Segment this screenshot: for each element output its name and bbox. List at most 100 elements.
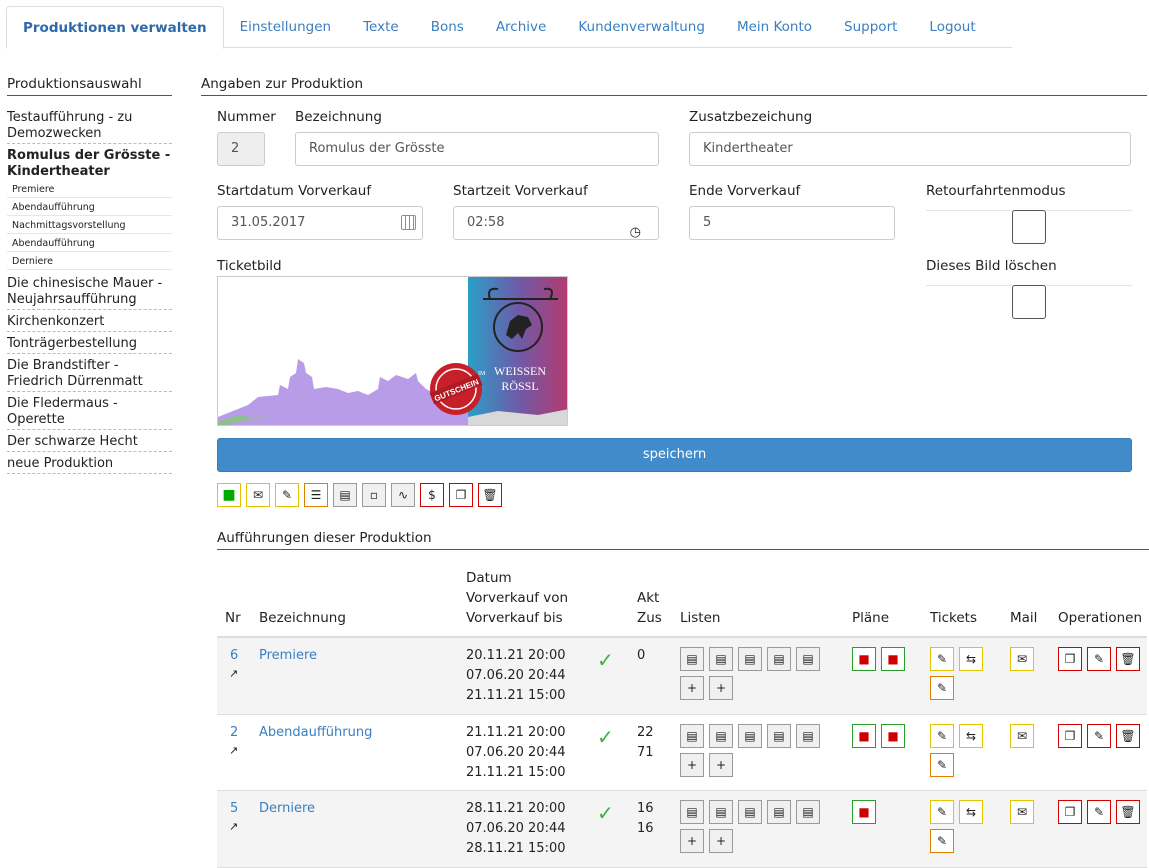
tab-produktionen-verwalten[interactable]: Produktionen verwalten <box>6 6 224 49</box>
list-plus-icon[interactable]: + <box>680 753 704 777</box>
document-list-icon[interactable]: ▤ <box>333 483 357 507</box>
list-abc-icon[interactable]: ▤ <box>738 800 762 824</box>
sidebar-subitem-premiere[interactable]: Premiere <box>7 183 172 198</box>
sidebar-item-brandstifter[interactable]: Die Brandstifter - Friedrich Dürrenmatt <box>7 358 172 392</box>
performances-title: Aufführungen dieser Produktion <box>217 530 1149 550</box>
trash-icon[interactable]: 🗑 <box>1116 724 1140 748</box>
row-nr[interactable]: 2 <box>230 723 238 743</box>
sidebar-item-kirchenkonzert[interactable]: Kirchenkonzert <box>7 314 172 332</box>
tab-einstellungen[interactable]: Einstellungen <box>224 6 348 48</box>
save-button[interactable]: speichern <box>217 438 1132 472</box>
edit-brush-icon[interactable]: ✎ <box>1087 647 1111 671</box>
tab-kundenverwaltung[interactable]: Kundenverwaltung <box>562 6 721 48</box>
list-plus-red-icon[interactable]: + <box>709 753 733 777</box>
list-abc-red-icon[interactable]: ▤ <box>767 724 791 748</box>
trash-icon[interactable]: 🗑 <box>478 483 502 507</box>
list-abc-barcode-icon[interactable]: ▤ <box>796 800 820 824</box>
mail-icon[interactable]: ✉ <box>1010 647 1034 671</box>
row-name-link[interactable]: Premiere <box>259 646 317 666</box>
sidebar-item-fledermaus[interactable]: Die Fledermaus - Operette <box>7 396 172 430</box>
swap-arrows-icon[interactable]: ⇆ <box>959 800 983 824</box>
bar-chart-icon[interactable]: ▫ <box>362 483 386 507</box>
seating-plan-icon[interactable]: ■ <box>852 800 876 824</box>
row-name-link[interactable]: Abendaufführung <box>259 723 372 743</box>
sidebar-subitem-nachmittagsvorstellung[interactable]: Nachmittagsvorstellung <box>7 219 172 234</box>
list-123-red-icon[interactable]: ▤ <box>709 647 733 671</box>
seating-plan-icon[interactable]: ■ <box>852 647 876 671</box>
row-nr[interactable]: 6 <box>230 646 238 666</box>
retour-checkbox[interactable] <box>1012 210 1046 244</box>
calendar-icon[interactable] <box>401 215 416 230</box>
list-123-icon[interactable]: ▤ <box>680 647 704 671</box>
list-abc-icon[interactable]: ▤ <box>738 647 762 671</box>
sidebar-subitem-abendauffuehrung[interactable]: Abendaufführung <box>7 201 172 216</box>
tab-logout[interactable]: Logout <box>913 6 991 48</box>
row-name-link[interactable]: Derniere <box>259 799 315 819</box>
list-abc-red-icon[interactable]: ▤ <box>767 647 791 671</box>
sidebar-item-tontraegerbestellung[interactable]: Tonträgerbestellung <box>7 336 172 354</box>
select-cursor-icon[interactable]: ■ <box>217 483 241 507</box>
startdatum-input[interactable]: 31.05.2017 <box>217 206 423 240</box>
tab-bons[interactable]: Bons <box>415 6 480 48</box>
trash-icon[interactable]: 🗑 <box>1116 647 1140 671</box>
copy-icon[interactable]: ❐ <box>1058 800 1082 824</box>
list-123-red-icon[interactable]: ▤ <box>709 800 733 824</box>
list-abc-red-icon[interactable]: ▤ <box>767 800 791 824</box>
list-grid-icon[interactable]: ☰ <box>304 483 328 507</box>
dollar-document-icon[interactable]: $ <box>420 483 444 507</box>
sidebar-item-schwarze-hecht[interactable]: Der schwarze Hecht <box>7 434 172 452</box>
copy-icon[interactable]: ❐ <box>1058 724 1082 748</box>
swap-arrows-icon[interactable]: ⇆ <box>959 647 983 671</box>
bild-loeschen-checkbox[interactable] <box>1012 285 1046 319</box>
tab-texte[interactable]: Texte <box>347 6 415 48</box>
tickets-abc-icon[interactable]: ✎ <box>930 800 954 824</box>
mail-icon[interactable]: ✉ <box>246 483 270 507</box>
list-123-red-icon[interactable]: ▤ <box>709 724 733 748</box>
ticket-print-icon[interactable]: ✎ <box>930 676 954 700</box>
external-link-icon[interactable]: ↗ <box>229 817 238 837</box>
zusatz-input[interactable]: Kindertheater <box>689 132 1131 166</box>
sidebar-subitem-abendauffuehrung-2[interactable]: Abendaufführung <box>7 237 172 252</box>
copy-icon[interactable]: ❐ <box>449 483 473 507</box>
list-plus-icon[interactable]: + <box>680 676 704 700</box>
tickets-abc-icon[interactable]: ✎ <box>930 647 954 671</box>
ende-input[interactable]: 5 <box>689 206 895 240</box>
seating-plan-edit-icon[interactable]: ■ <box>881 724 905 748</box>
edit-brush-icon[interactable]: ✎ <box>1087 724 1111 748</box>
mail-icon[interactable]: ✉ <box>1010 800 1034 824</box>
sidebar-item-testauffuehrung[interactable]: Testaufführung - zu Demozwecken <box>7 110 172 144</box>
list-123-icon[interactable]: ▤ <box>680 724 704 748</box>
list-plus-icon[interactable]: + <box>680 829 704 853</box>
tickets-abc-icon[interactable]: ✎ <box>930 724 954 748</box>
list-plus-red-icon[interactable]: + <box>709 676 733 700</box>
startzeit-input[interactable]: 02:58 ◷ <box>453 206 659 240</box>
list-abc-barcode-icon[interactable]: ▤ <box>796 724 820 748</box>
sidebar-item-neue-produktion[interactable]: neue Produktion <box>7 456 172 474</box>
copy-icon[interactable]: ❐ <box>1058 647 1082 671</box>
list-123-icon[interactable]: ▤ <box>680 800 704 824</box>
clock-icon[interactable]: ◷ <box>630 217 641 249</box>
tickets-abc-icon[interactable]: ✎ <box>275 483 299 507</box>
seating-plan-icon[interactable]: ■ <box>852 724 876 748</box>
list-abc-icon[interactable]: ▤ <box>738 724 762 748</box>
list-plus-red-icon[interactable]: + <box>709 829 733 853</box>
tab-support[interactable]: Support <box>828 6 913 48</box>
trash-icon[interactable]: 🗑 <box>1116 800 1140 824</box>
ticket-print-icon[interactable]: ✎ <box>930 829 954 853</box>
swap-arrows-icon[interactable]: ⇆ <box>959 724 983 748</box>
row-nr[interactable]: 5 <box>230 799 238 819</box>
sidebar-item-chinesische-mauer[interactable]: Die chinesische Mauer - Neujahrsaufführu… <box>7 276 172 310</box>
bezeichnung-input[interactable]: Romulus der Grösste <box>295 132 659 166</box>
mail-icon[interactable]: ✉ <box>1010 724 1034 748</box>
seating-plan-edit-icon[interactable]: ■ <box>881 647 905 671</box>
tab-mein-konto[interactable]: Mein Konto <box>721 6 828 48</box>
tab-archive[interactable]: Archive <box>480 6 563 48</box>
line-chart-icon[interactable]: ∿ <box>391 483 415 507</box>
sidebar-item-romulus[interactable]: Romulus der Grösste - Kindertheater <box>7 148 172 181</box>
external-link-icon[interactable]: ↗ <box>229 664 238 684</box>
ticket-print-icon[interactable]: ✎ <box>930 753 954 777</box>
edit-brush-icon[interactable]: ✎ <box>1087 800 1111 824</box>
sidebar-subitem-derniere[interactable]: Derniere <box>7 255 172 270</box>
list-abc-barcode-icon[interactable]: ▤ <box>796 647 820 671</box>
external-link-icon[interactable]: ↗ <box>229 741 238 761</box>
